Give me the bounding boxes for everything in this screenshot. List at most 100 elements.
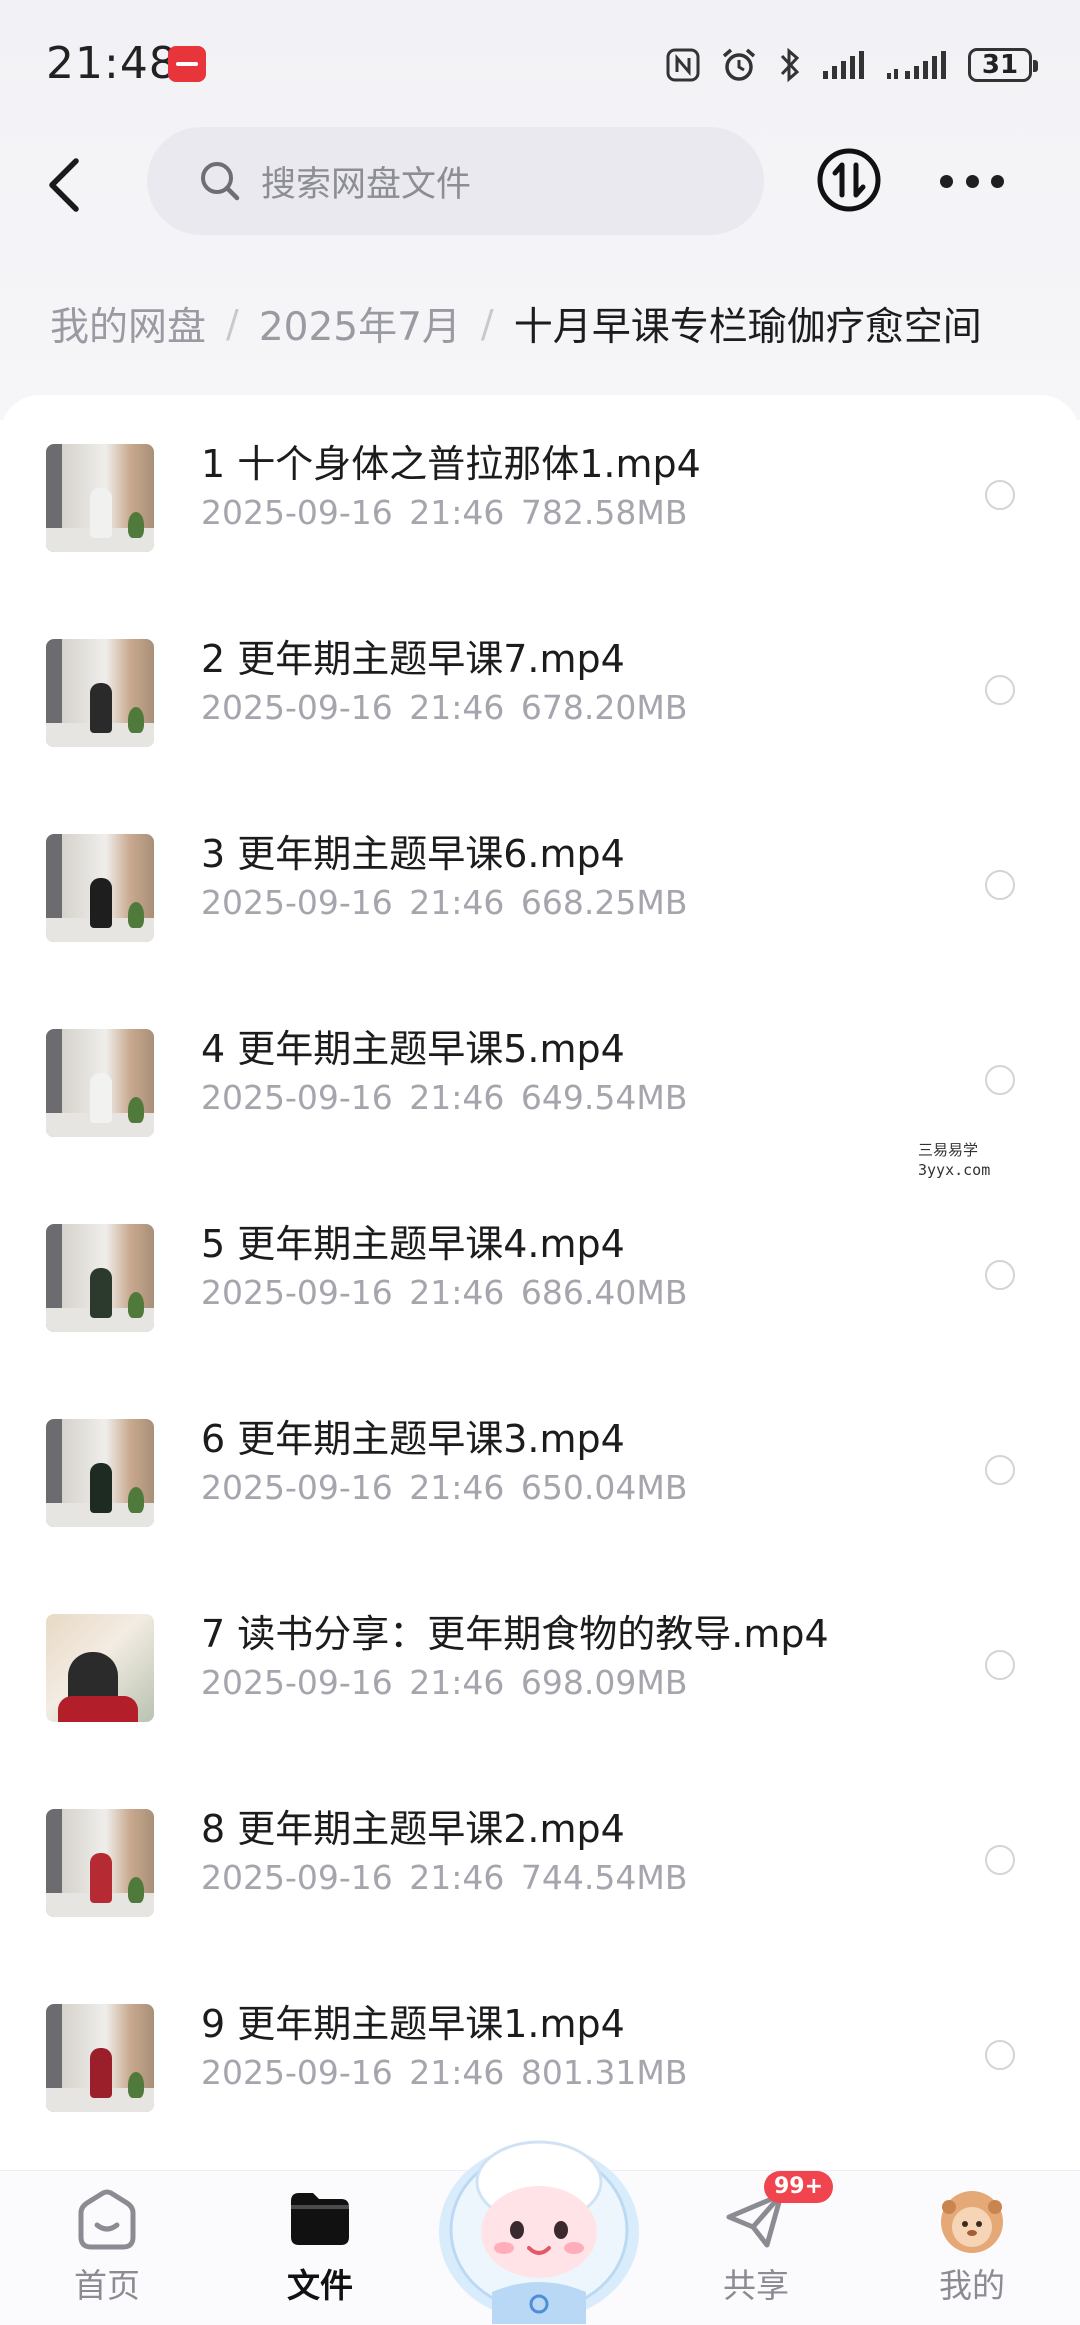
select-checkbox[interactable] — [985, 480, 1015, 510]
nav-share[interactable]: 99+ 共享 — [676, 2171, 836, 2325]
video-thumbnail — [46, 444, 154, 552]
file-row[interactable]: 8 更年期主题早课2.mp4 2025-09-16 21:46 744.54MB — [0, 1760, 1080, 1955]
search-icon — [201, 162, 240, 201]
file-date: 2025-09-16 — [201, 688, 393, 727]
file-name: 1 十个身体之普拉那体1.mp4 — [201, 442, 701, 486]
back-button[interactable] — [40, 155, 90, 215]
video-thumbnail — [46, 639, 154, 747]
select-checkbox[interactable] — [985, 870, 1015, 900]
file-row[interactable]: 6 更年期主题早课3.mp4 2025-09-16 21:46 650.04MB — [0, 1370, 1080, 1565]
file-time: 21:46 — [409, 2053, 505, 2092]
video-thumbnail — [46, 1614, 154, 1722]
file-size: 678.20MB — [520, 688, 688, 727]
file-size: 744.54MB — [520, 1858, 688, 1897]
video-thumbnail — [46, 2004, 154, 2112]
dot — [940, 174, 953, 188]
select-checkbox[interactable] — [985, 1260, 1015, 1290]
thumbnail-figure — [90, 1268, 112, 1318]
file-row[interactable]: 3 更年期主题早课6.mp4 2025-09-16 21:46 668.25MB — [0, 785, 1080, 980]
more-options-button[interactable] — [940, 161, 1004, 201]
video-thumbnail — [46, 834, 154, 942]
nfc-icon — [666, 48, 700, 82]
thumbnail-figure — [90, 1853, 112, 1903]
signal-secondary-icon — [887, 51, 946, 79]
thumbnail-plant — [128, 1292, 144, 1318]
home-icon — [78, 2189, 136, 2250]
file-time: 21:46 — [409, 688, 505, 727]
file-name: 2 更年期主题早课7.mp4 — [201, 637, 625, 681]
file-row[interactable]: 5 更年期主题早课4.mp4 2025-09-16 21:46 686.40MB — [0, 1175, 1080, 1370]
thumbnail-figure — [90, 683, 112, 733]
nav-files[interactable]: 文件 — [240, 2171, 400, 2325]
transfer-list-button[interactable] — [816, 147, 882, 213]
file-meta: 2025-09-16 21:46 668.25MB — [201, 883, 687, 922]
breadcrumb-current: 十月早课专栏瑜伽疗愈空间 — [513, 305, 982, 350]
search-placeholder: 搜索网盘文件 — [261, 164, 472, 205]
thumbnail-figure — [90, 1073, 112, 1123]
file-name: 9 更年期主题早课1.mp4 — [201, 2002, 625, 2046]
file-time: 21:46 — [409, 883, 505, 922]
file-name: 5 更年期主题早课4.mp4 — [201, 1222, 625, 1266]
file-size: 801.31MB — [520, 2053, 688, 2092]
avatar — [941, 2191, 1003, 2253]
select-checkbox[interactable] — [985, 675, 1015, 705]
nav-files-label: 文件 — [287, 2266, 353, 2305]
thumbnail-detail — [58, 1696, 138, 1722]
file-row[interactable]: 2 更年期主题早课7.mp4 2025-09-16 21:46 678.20MB — [0, 590, 1080, 785]
thumbnail-plant — [128, 1877, 144, 1903]
dot — [991, 174, 1004, 188]
select-checkbox[interactable] — [985, 1455, 1015, 1485]
file-meta: 2025-09-16 21:46 686.40MB — [201, 1273, 687, 1312]
file-meta: 2025-09-16 21:46 744.54MB — [201, 1858, 687, 1897]
watermark: 三易易学 3yyx.com — [918, 1140, 990, 1180]
breadcrumb-separator: / — [480, 302, 494, 346]
nav-home-label: 首页 — [74, 2266, 140, 2305]
file-list: 1 十个身体之普拉那体1.mp4 2025-09-16 21:46 782.58M… — [0, 395, 1080, 2170]
file-time: 21:46 — [409, 1663, 505, 1702]
status-icons: 31 — [666, 40, 1038, 90]
nav-mine[interactable]: 我的 — [892, 2171, 1052, 2325]
file-size: 686.40MB — [520, 1273, 688, 1312]
breadcrumb-separator: / — [226, 302, 239, 346]
file-date: 2025-09-16 — [201, 1468, 393, 1507]
file-size: 698.09MB — [520, 1663, 688, 1702]
thumbnail-plant — [128, 512, 144, 538]
file-row[interactable]: 7 读书分享：更年期食物的教导.mp4 2025-09-16 21:46 698.… — [0, 1565, 1080, 1760]
watermark-line1: 三易易学 — [918, 1141, 979, 1159]
search-input[interactable]: 搜索网盘文件 — [147, 127, 764, 235]
watermark-line2: 3yyx.com — [918, 1161, 991, 1179]
video-thumbnail — [46, 1419, 154, 1527]
select-checkbox[interactable] — [985, 1065, 1015, 1095]
file-row[interactable]: 1 十个身体之普拉那体1.mp4 2025-09-16 21:46 782.58M… — [0, 395, 1080, 590]
status-time: 21:48 — [46, 38, 178, 89]
breadcrumb-level1[interactable]: 2025年7月 — [259, 296, 461, 352]
file-date: 2025-09-16 — [201, 2053, 393, 2092]
video-thumbnail — [46, 1809, 154, 1917]
file-size: 649.54MB — [520, 1078, 688, 1117]
file-name: 6 更年期主题早课3.mp4 — [201, 1417, 625, 1461]
file-meta: 2025-09-16 21:46 649.54MB — [201, 1078, 687, 1117]
file-size: 650.04MB — [520, 1468, 688, 1507]
notification-app-icon — [168, 46, 206, 82]
thumbnail-plant — [128, 707, 144, 733]
file-size: 782.58MB — [520, 493, 688, 532]
breadcrumb-root[interactable]: 我的网盘 — [50, 296, 206, 352]
thumbnail-plant — [128, 902, 144, 928]
select-checkbox[interactable] — [985, 1650, 1015, 1680]
file-date: 2025-09-16 — [201, 1858, 393, 1897]
thumbnail-plant — [128, 1097, 144, 1123]
nav-home[interactable]: 首页 — [27, 2171, 187, 2325]
status-bar: 21:48 31 — [0, 0, 1080, 130]
dot — [965, 174, 979, 188]
thumbnail-figure — [90, 488, 112, 538]
file-name: 7 读书分享：更年期食物的教导.mp4 — [201, 1612, 829, 1656]
file-meta: 2025-09-16 21:46 782.58MB — [201, 493, 687, 532]
select-checkbox[interactable] — [985, 1845, 1015, 1875]
file-date: 2025-09-16 — [201, 493, 393, 532]
nav-share-label: 共享 — [723, 2266, 789, 2305]
file-date: 2025-09-16 — [201, 1663, 393, 1702]
video-thumbnail — [46, 1029, 154, 1137]
assistant-mascot-button[interactable] — [432, 2112, 647, 2324]
select-checkbox[interactable] — [985, 2040, 1015, 2070]
nav-mine-label: 我的 — [939, 2266, 1005, 2305]
